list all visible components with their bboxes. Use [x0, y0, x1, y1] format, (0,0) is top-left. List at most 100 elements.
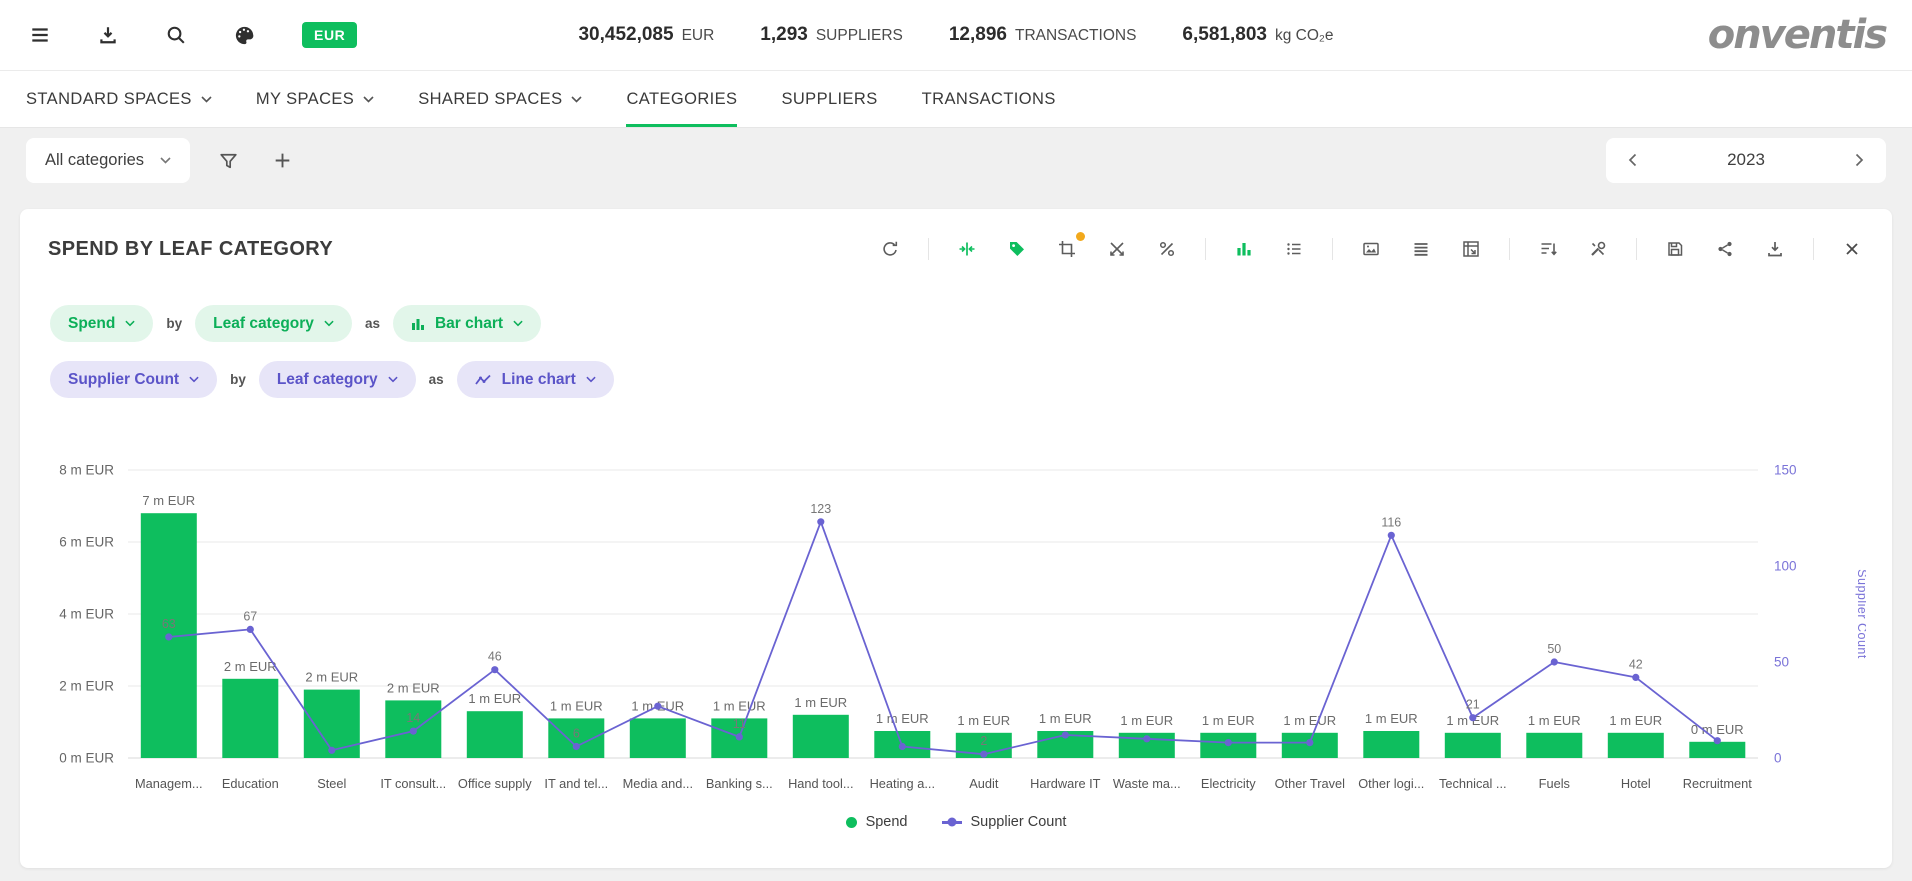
bar-18[interactable] [1608, 733, 1664, 758]
chevron-down-icon [513, 320, 523, 327]
close-icon[interactable] [1840, 237, 1864, 261]
image-icon[interactable] [1359, 237, 1383, 261]
download-widget-icon[interactable] [1763, 237, 1787, 261]
bar-6[interactable] [630, 718, 686, 758]
bar-8[interactable] [793, 715, 849, 758]
bar-4[interactable] [467, 711, 523, 758]
line-point-13[interactable] [1225, 739, 1232, 746]
currency-badge[interactable]: EUR [302, 22, 357, 48]
chevron-left-icon[interactable] [1620, 148, 1645, 172]
category-label: Waste ma... [1113, 776, 1181, 791]
line-point-18[interactable] [1632, 674, 1639, 681]
sort-icon[interactable] [1536, 237, 1560, 261]
line-point-11[interactable] [1062, 731, 1069, 738]
stat-value: 1,293 [760, 24, 808, 46]
pivot-icon[interactable] [1459, 237, 1483, 261]
chevron-down-icon [201, 96, 212, 103]
pill-label: Bar chart [435, 315, 503, 333]
line-value-label: 46 [488, 650, 502, 664]
search-icon[interactable] [162, 21, 190, 49]
line-point-16[interactable] [1469, 714, 1476, 721]
spend-by-leaf-category-chart[interactable]: 0 m EUR2 m EUR4 m EUR6 m EUR8 m EUR05010… [42, 414, 1866, 806]
pill-label: Leaf category [277, 371, 378, 389]
tab-categories[interactable]: CATEGORIES [604, 71, 759, 127]
left-axis-tick: 2 m EUR [59, 679, 114, 694]
bar-value-label: 7 m EUR [142, 493, 195, 508]
crossed-arrows-icon[interactable] [1105, 237, 1129, 261]
legend-label: Spend [866, 814, 908, 830]
line-point-4[interactable] [491, 666, 498, 673]
connector-as: as [429, 372, 444, 387]
line-point-12[interactable] [1143, 735, 1150, 742]
share-icon[interactable] [1713, 237, 1737, 261]
widget-toolbar [878, 237, 1864, 261]
line-point-9[interactable] [899, 743, 906, 750]
tab-suppliers[interactable]: SUPPLIERS [759, 71, 899, 127]
stat-transactions: 12,896 TRANSACTIONS [949, 24, 1137, 46]
tab-label: TRANSACTIONS [922, 90, 1056, 109]
header-icon-group: EUR [26, 21, 357, 49]
pill-label: Line chart [502, 371, 576, 389]
legend-item-supplier-count[interactable]: Supplier Count [942, 814, 1067, 830]
bar-1[interactable] [222, 679, 278, 758]
line-point-8[interactable] [817, 518, 824, 525]
measure-dropdown-supplier-count[interactable]: Supplier Count [50, 361, 217, 398]
tag-icon[interactable] [1005, 237, 1029, 261]
dimension-dropdown-leaf-category[interactable]: Leaf category [195, 305, 352, 342]
category-label: Hotel [1621, 776, 1651, 791]
line-point-6[interactable] [654, 703, 661, 710]
bar-value-label: 1 m EUR [1120, 713, 1173, 728]
bar-17[interactable] [1526, 733, 1582, 758]
tab-shared-spaces[interactable]: SHARED SPACES [396, 71, 604, 127]
tab-standard-spaces[interactable]: STANDARD SPACES [26, 71, 234, 127]
list-icon[interactable] [1282, 237, 1306, 261]
line-point-14[interactable] [1306, 739, 1313, 746]
chart-type-dropdown-line[interactable]: Line chart [457, 361, 614, 398]
line-point-15[interactable] [1388, 532, 1395, 539]
line-point-10[interactable] [980, 751, 987, 758]
percent-icon[interactable] [1155, 237, 1179, 261]
line-point-1[interactable] [247, 626, 254, 633]
line-point-0[interactable] [165, 633, 172, 640]
tools-icon[interactable] [1586, 237, 1610, 261]
bar-chart-icon[interactable] [1232, 237, 1256, 261]
refresh-icon[interactable] [878, 237, 902, 261]
line-point-3[interactable] [410, 728, 417, 735]
tab-transactions[interactable]: TRANSACTIONS [900, 71, 1078, 127]
legend-item-spend[interactable]: Spend [846, 814, 908, 830]
pill-label: Supplier Count [68, 371, 179, 389]
line-point-17[interactable] [1551, 658, 1558, 665]
filter-icon[interactable] [212, 144, 244, 176]
tab-my-spaces[interactable]: MY SPACES [234, 71, 396, 127]
add-icon[interactable] [266, 144, 298, 176]
bar-15[interactable] [1363, 731, 1419, 758]
chart-type-dropdown-bar[interactable]: Bar chart [393, 305, 541, 342]
category-label: Technical ... [1439, 776, 1507, 791]
hamburger-menu-icon[interactable] [26, 21, 54, 49]
line-value-label: 2 [980, 734, 987, 748]
save-icon[interactable] [1663, 237, 1687, 261]
download-icon[interactable] [94, 21, 122, 49]
toolbar-separator [928, 238, 929, 260]
connector-by: by [230, 372, 246, 387]
category-dropdown[interactable]: All categories [26, 138, 190, 183]
line-chart-mini-icon [475, 374, 492, 386]
merge-arrows-icon[interactable] [955, 237, 979, 261]
palette-icon[interactable] [230, 21, 258, 49]
kpi-stats: 30,452,085 EUR 1,293 SUPPLIERS 12,896 TR… [578, 24, 1333, 46]
line-point-19[interactable] [1714, 737, 1721, 744]
bar-value-label: 2 m EUR [387, 680, 440, 695]
dimension-dropdown-leaf-category[interactable]: Leaf category [259, 361, 416, 398]
crop-icon[interactable] [1055, 237, 1079, 261]
bar-value-label: 1 m EUR [794, 695, 847, 710]
measure-dropdown-spend[interactable]: Spend [50, 305, 153, 342]
table-rows-icon[interactable] [1409, 237, 1433, 261]
line-point-2[interactable] [328, 747, 335, 754]
left-axis-tick: 4 m EUR [59, 607, 114, 622]
line-point-5[interactable] [573, 743, 580, 750]
chevron-right-icon[interactable] [1847, 148, 1872, 172]
line-value-label: 67 [243, 609, 257, 623]
line-point-7[interactable] [736, 733, 743, 740]
connector-by: by [166, 316, 182, 331]
bar-16[interactable] [1445, 733, 1501, 758]
